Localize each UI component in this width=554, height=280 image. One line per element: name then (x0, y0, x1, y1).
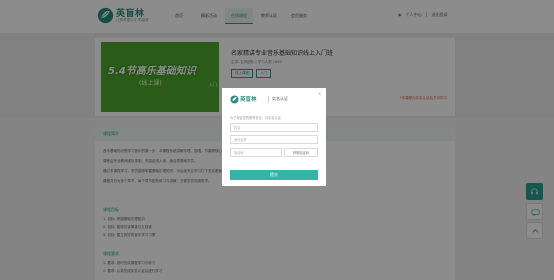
close-icon[interactable]: × (317, 91, 322, 96)
get-code-button[interactable]: 获取验证码 (284, 148, 318, 157)
modal-brand-name: 英盲林 (240, 97, 257, 103)
modal-title: 实名认证 (272, 96, 288, 101)
brand-leaf-icon (230, 95, 239, 104)
id-number-input[interactable] (230, 135, 318, 144)
page: 英盲林 让教育更公平 更高效 首页 精彩活动 在线课程 教师认证 会员服务 ◉ … (0, 0, 554, 280)
modal-header: 英盲林 实名认证 × (222, 88, 326, 110)
verification-code-input[interactable] (230, 148, 282, 157)
real-name-verification-modal: 英盲林 实名认证 × 为了保证您的账号安全，请实名认证 获取验证码 提交 (222, 88, 326, 186)
modal-tip: 为了保证您的账号安全，请实名认证 (230, 116, 281, 120)
submit-button[interactable]: 提交 (230, 170, 318, 180)
name-input[interactable] (230, 123, 318, 132)
modal-divider (268, 96, 269, 103)
